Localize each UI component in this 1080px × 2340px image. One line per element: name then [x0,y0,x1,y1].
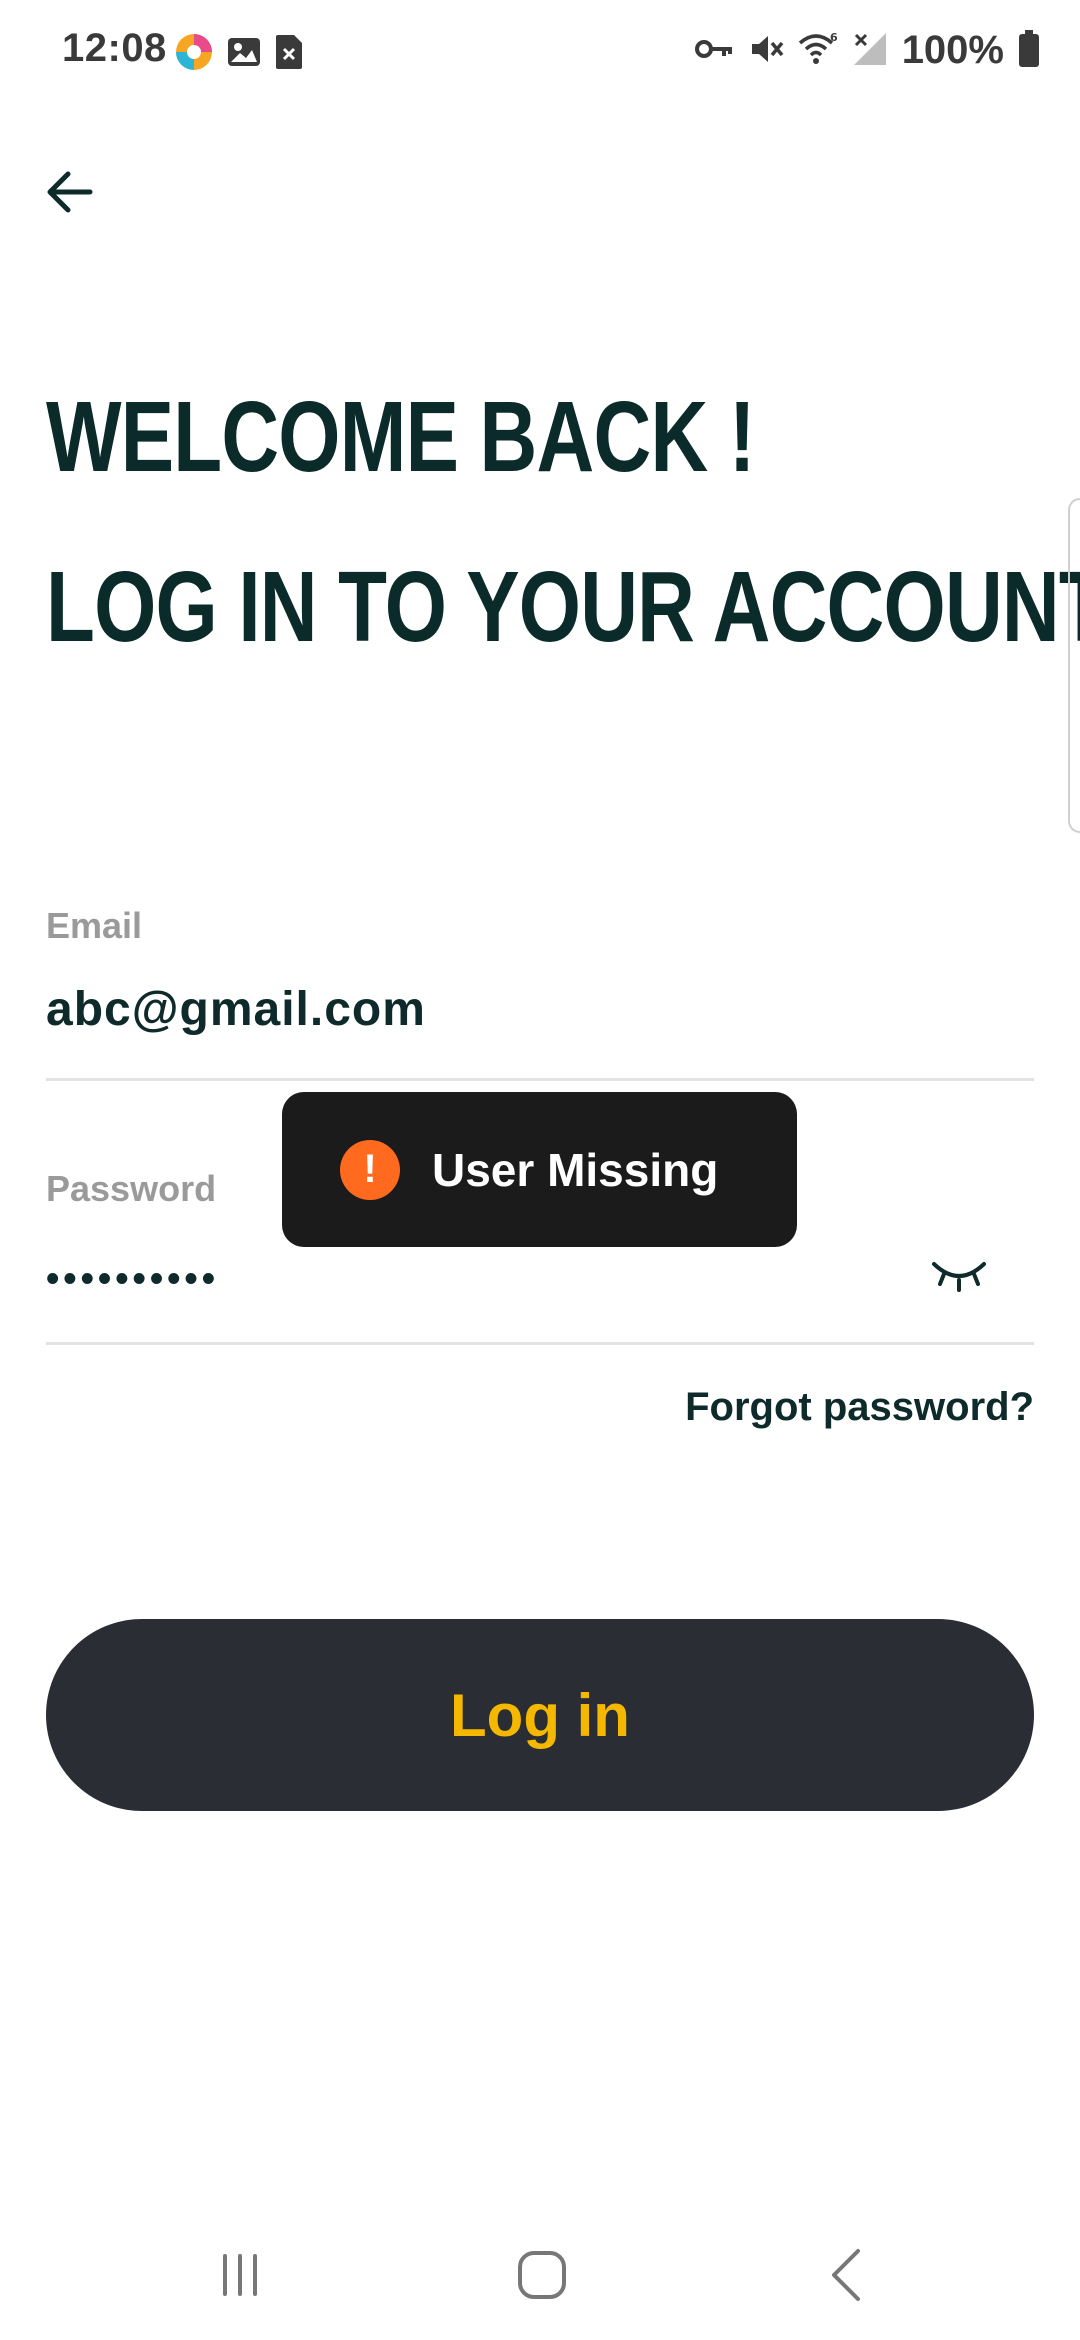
forgot-password-link[interactable]: Forgot password? [685,1385,1034,1430]
no-signal-icon [852,31,888,71]
battery-icon [1018,29,1040,72]
email-underline [46,1078,1034,1081]
page-subtitle: LOG IN TO YOUR ACCOUNT [46,551,1080,663]
email-field[interactable] [46,982,1006,1037]
password-underline [46,1342,1034,1345]
status-icons-left [174,32,304,76]
wifi-6-icon: 6 [798,31,838,71]
edge-panel-handle[interactable] [1068,498,1080,833]
vpn-key-icon [694,34,734,68]
image-icon [226,34,262,74]
toast-message: User Missing [432,1143,719,1196]
page-title: WELCOME BACK ! [46,381,756,493]
warning-icon: ! [340,1139,400,1200]
eye-closed-icon[interactable] [930,1258,988,1292]
password-field[interactable]: •••••••••• [46,1258,846,1301]
error-toast: ! User Missing [282,1092,797,1247]
status-icons-right: 6 100% [694,28,1040,73]
mute-icon [748,31,784,71]
home-icon[interactable] [502,2240,582,2310]
app-color-icon [174,32,214,76]
back-arrow-icon[interactable] [40,162,100,222]
status-bar: 12:08 6 100% [0,0,1080,104]
password-label: Password [46,1168,217,1209]
back-icon[interactable] [806,2240,886,2310]
svg-text:6: 6 [830,31,838,44]
battery-percent: 100% [901,28,1004,72]
status-time: 12:08 [62,26,167,70]
system-nav-bar [0,2210,1080,2340]
login-button[interactable]: Log in [46,1619,1034,1811]
email-label: Email [46,905,143,946]
recents-icon[interactable] [200,2240,280,2310]
sim-error-icon [274,33,304,75]
